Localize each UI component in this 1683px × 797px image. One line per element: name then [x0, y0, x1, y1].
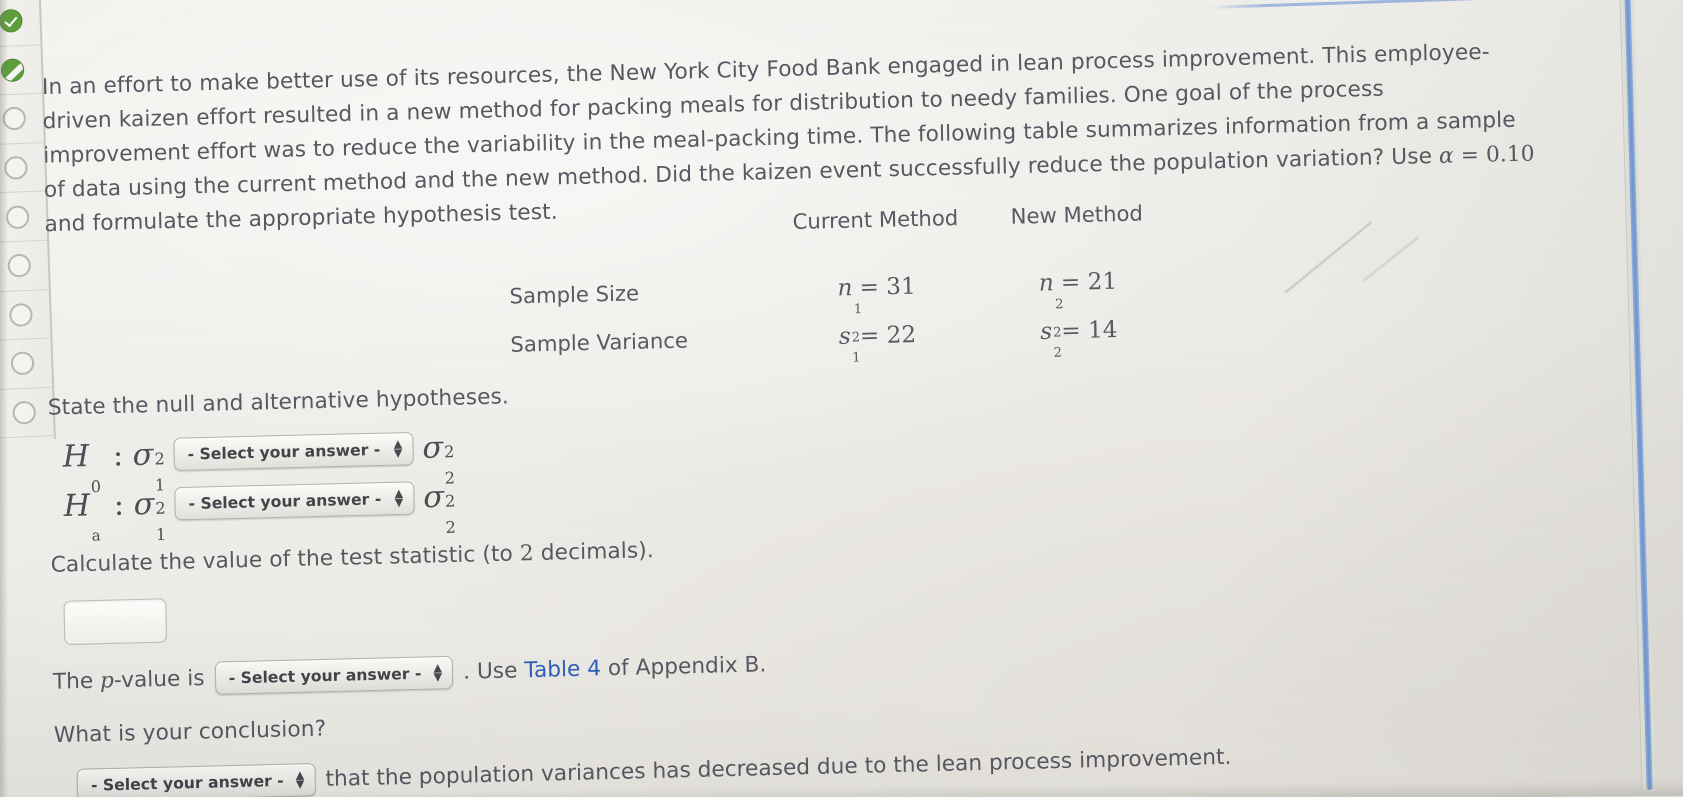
- row-label-sample-size: Sample Size: [509, 281, 640, 309]
- question-content: In an effort to make better use of its r…: [41, 34, 1557, 797]
- status-empty-icon: [6, 253, 31, 278]
- prompt-text-part1: In an effort to make better use of its r…: [41, 39, 1516, 203]
- test-statistic-prompt-before: Calculate the value of the test statisti…: [50, 541, 521, 578]
- alternative-hypothesis-label: Ha : σ21: [63, 486, 167, 545]
- alternative-hypothesis-select[interactable]: - Select your answer - ▲ ▼: [174, 481, 415, 521]
- cell-sample-size-new: n 2 = 21: [1038, 268, 1118, 313]
- answer-section: State the null and alternative hypothese…: [48, 354, 1567, 797]
- row-label-sample-variance: Sample Variance: [510, 328, 689, 357]
- alternative-hypothesis-select-value: - Select your answer -: [188, 489, 382, 513]
- table-header-new-method: New Method: [1010, 201, 1144, 229]
- test-statistic-input[interactable]: [63, 598, 168, 646]
- alpha-equals: =: [1453, 142, 1487, 169]
- screen-glare-streak-2: [1362, 236, 1420, 282]
- p-italic: p: [99, 668, 115, 694]
- table-header-current-method: Current Method: [792, 205, 959, 235]
- table-4-link[interactable]: Table 4: [524, 656, 601, 683]
- null-hypothesis-select[interactable]: - Select your answer - ▲ ▼: [173, 431, 414, 472]
- status-empty-icon: [10, 351, 35, 376]
- screen-glare-streak: [1284, 221, 1373, 294]
- test-statistic-prompt-after: decimals).: [533, 537, 655, 567]
- screen-photo: Hint(s) Check My Work: [0, 0, 1683, 797]
- null-hypothesis-select-value: - Select your answer -: [187, 440, 381, 464]
- prompt-text-part2: and formulate the appropriate hypothesis…: [44, 199, 558, 238]
- data-summary-table: Current Method New Method Sample Size n1…: [508, 201, 1172, 374]
- status-empty-icon: [8, 302, 33, 327]
- alpha-value: 0.10: [1485, 141, 1535, 168]
- question-status-cell-9[interactable]: [0, 387, 54, 439]
- test-statistic-decimals: 2: [519, 540, 535, 567]
- status-empty-icon: [5, 204, 30, 229]
- stepper-arrows-icon: ▲ ▼: [394, 487, 404, 509]
- alpha-symbol: α: [1438, 143, 1454, 169]
- null-hypothesis-label: H0 : σ21: [62, 437, 166, 497]
- p-value-select-value: - Select your answer -: [228, 664, 422, 687]
- toolbar-divider: [1207, 0, 1627, 9]
- cell-sample-variance-current: s 2 1 = 22: [838, 321, 917, 366]
- photo-left-shadow: [0, 0, 8, 797]
- table-corner-header: [508, 211, 767, 278]
- cell-sample-variance-new: s 2 2 = 14: [1039, 316, 1118, 361]
- stepper-arrows-icon: ▲ ▼: [393, 437, 403, 460]
- cell-sample-size-current: n 1 = 31: [837, 273, 917, 318]
- null-hypothesis-rhs: σ22: [422, 430, 456, 488]
- status-empty-icon: [11, 400, 36, 425]
- stepper-arrows-icon: ▲ ▼: [295, 768, 305, 791]
- p-value-label: The p-value is: [52, 665, 205, 695]
- conclusion-select-value: - Select your answer -: [90, 771, 284, 795]
- p-value-select[interactable]: - Select your answer - ▲ ▼: [214, 655, 454, 695]
- stepper-arrows-icon: ▲ ▼: [433, 661, 443, 683]
- p-value-suffix: . Use Table 4 of Appendix B.: [462, 652, 767, 685]
